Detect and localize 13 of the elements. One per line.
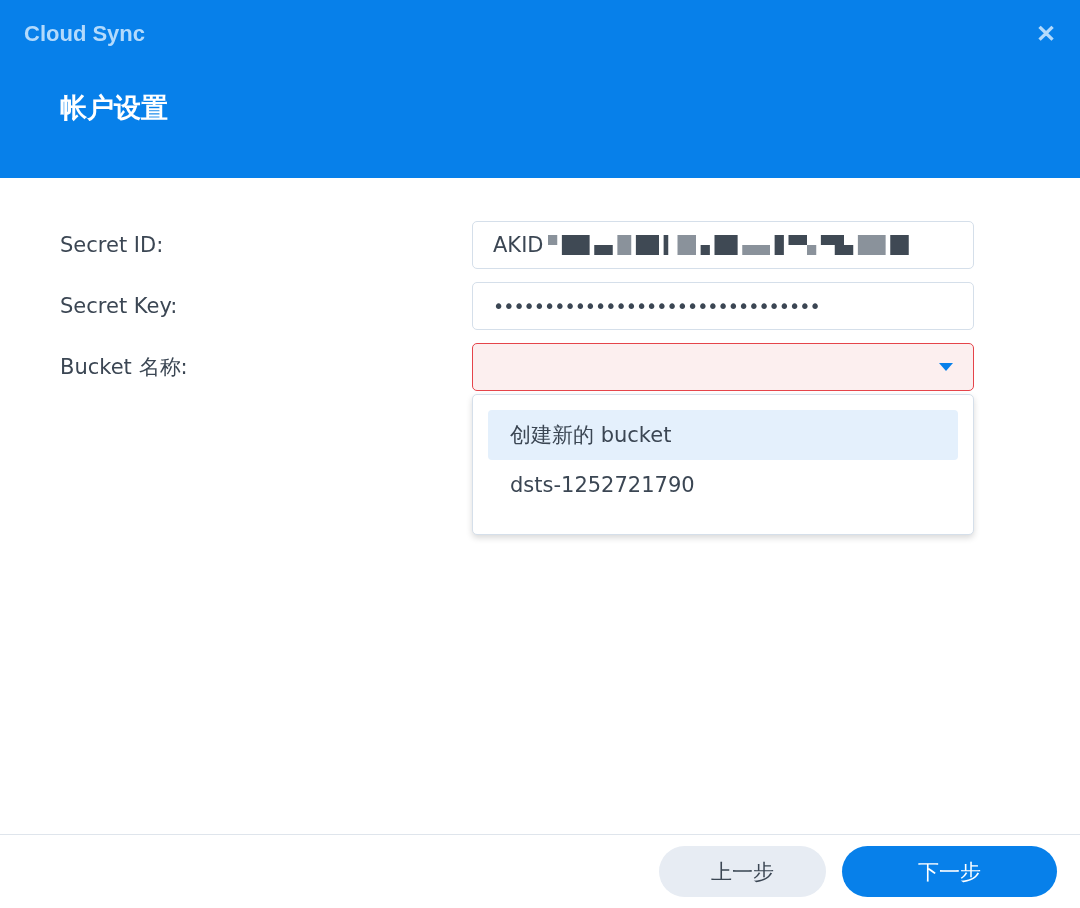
field-label: Secret ID: <box>60 232 165 259</box>
input-field[interactable]: •••••••••••••••••••••••••••••••• <box>472 282 974 330</box>
dropdown-option[interactable]: dsts-1252721790 <box>488 460 958 510</box>
back-button[interactable]: 上一步 <box>659 846 826 897</box>
dropdown-field[interactable] <box>472 343 974 391</box>
input-field[interactable]: AKID <box>472 221 974 269</box>
window-title: Cloud Sync <box>24 21 145 47</box>
caret-icon <box>939 363 953 371</box>
next-button[interactable]: 下一步 <box>842 846 1057 897</box>
field-label: Secret Key: <box>60 293 179 320</box>
page-heading: 帐户设置 <box>60 91 169 125</box>
dropdown-option[interactable]: 创建新的 bucket <box>488 410 958 460</box>
field-label: Bucket 名称: <box>60 354 189 381</box>
